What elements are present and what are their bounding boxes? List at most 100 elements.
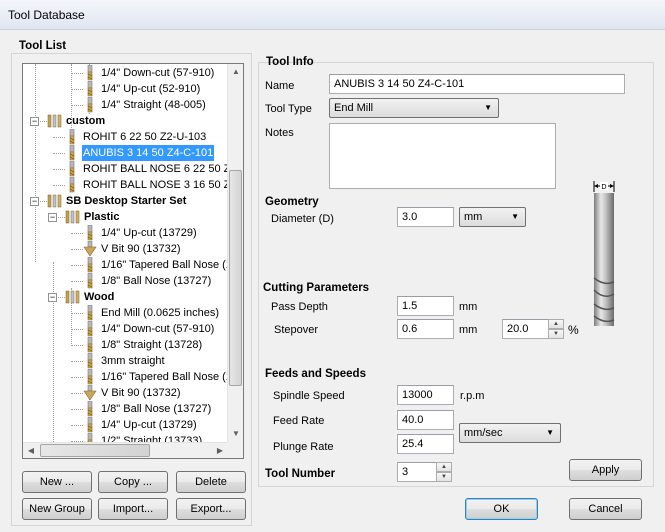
tree-tool-row[interactable]: 1/16" Tapered Ball Nose (1 bbox=[23, 368, 228, 385]
spin-up-icon[interactable]: ▲ bbox=[548, 319, 564, 329]
tree-branch-line bbox=[71, 409, 83, 410]
diameter-field[interactable]: 3.0 bbox=[397, 207, 454, 227]
tree-branch-line bbox=[71, 361, 83, 362]
spin-down-icon[interactable]: ▼ bbox=[436, 472, 452, 482]
tree-group-row[interactable]: − Wood bbox=[23, 289, 228, 305]
tool-type-select[interactable]: End Mill ▼ bbox=[329, 98, 499, 118]
scroll-right-arrow-icon[interactable]: ▶ bbox=[212, 443, 228, 458]
tree-branch-line bbox=[71, 281, 83, 282]
stepover-percent-field[interactable]: 20.0 bbox=[502, 319, 550, 339]
tree-branch-line bbox=[53, 137, 65, 138]
new-tool-button[interactable]: New ... bbox=[22, 471, 92, 493]
tree-tool-row[interactable]: End Mill (0.0625 inches) bbox=[23, 304, 228, 321]
export-button[interactable]: Export... bbox=[176, 498, 246, 520]
end-mill-icon bbox=[83, 96, 97, 113]
cancel-button[interactable]: Cancel bbox=[569, 498, 642, 520]
collapse-toggle-icon[interactable]: − bbox=[30, 197, 39, 206]
spin-up-icon[interactable]: ▲ bbox=[436, 462, 452, 472]
tree-branch-line bbox=[71, 105, 83, 106]
apply-button[interactable]: Apply bbox=[569, 459, 642, 481]
tree-group-row[interactable]: − SB Desktop Starter Set bbox=[23, 193, 228, 209]
tree-row-label: V Bit 90 (13732) bbox=[101, 387, 181, 399]
new-group-button[interactable]: New Group bbox=[22, 498, 92, 520]
tree-branch-line bbox=[71, 313, 83, 314]
tree-row-label: custom bbox=[66, 115, 106, 127]
tree-row-label: ANUBIS 3 14 50 Z4-C-101 bbox=[80, 144, 216, 162]
chevron-down-icon: ▼ bbox=[511, 212, 519, 221]
scroll-thumb[interactable] bbox=[229, 170, 242, 386]
tree-group-row[interactable]: − Plastic bbox=[23, 209, 228, 225]
tree-branch-line bbox=[71, 393, 83, 394]
geometry-units-select[interactable]: mm ▼ bbox=[459, 207, 526, 227]
tree-row-label: Wood bbox=[84, 291, 115, 303]
tree-branch-line bbox=[71, 89, 83, 90]
tree-group-row[interactable]: − custom bbox=[23, 113, 228, 129]
feed-rate-field[interactable]: 40.0 bbox=[397, 410, 454, 430]
delete-tool-button[interactable]: Delete bbox=[176, 471, 246, 493]
tree-tool-row[interactable]: 1/4" Up-cut (13729) bbox=[23, 416, 228, 433]
geometry-label: Geometry bbox=[265, 196, 319, 208]
tree-tool-row[interactable]: 1/4" Up-cut (52-910) bbox=[23, 80, 228, 97]
tree-branch-line bbox=[71, 329, 83, 330]
collapse-toggle-icon[interactable]: − bbox=[30, 117, 39, 126]
spindle-speed-label: Spindle Speed bbox=[273, 390, 345, 402]
ok-button[interactable]: OK bbox=[465, 498, 538, 520]
tree-tool-row[interactable]: V Bit 90 (13732) bbox=[23, 384, 228, 401]
scroll-up-arrow-icon[interactable]: ▲ bbox=[228, 64, 243, 80]
tree-tool-row[interactable]: 1/8" Ball Nose (13727) bbox=[23, 272, 228, 289]
tree-tool-row[interactable]: 1/2" Straight (13733) bbox=[23, 432, 228, 442]
pass-depth-field[interactable]: 1.5 bbox=[397, 296, 454, 316]
tree-horizontal-scrollbar[interactable]: ◀ ▶ bbox=[23, 442, 228, 458]
tree-row-label: 1/4" Up-cut (13729) bbox=[101, 227, 197, 239]
tool-tree-rows: 1/4" Down-cut (57-910) 1/4" Up-cut (52-91… bbox=[23, 64, 228, 442]
tree-tool-row[interactable]: 1/8" Straight (13728) bbox=[23, 336, 228, 353]
tree-tool-row[interactable]: ROHIT BALL NOSE 3 16 50 Z2 bbox=[23, 176, 228, 193]
stepover-percent-spinner[interactable]: ▲ ▼ bbox=[548, 319, 564, 339]
notes-textarea[interactable] bbox=[329, 123, 556, 189]
collapse-toggle-icon[interactable]: − bbox=[48, 293, 57, 302]
tree-tool-row[interactable]: 1/8" Ball Nose (13727) bbox=[23, 400, 228, 417]
spin-down-icon[interactable]: ▼ bbox=[548, 329, 564, 339]
tree-row-label: 1/2" Straight (13733) bbox=[101, 435, 203, 442]
tree-branch-line bbox=[71, 233, 83, 234]
plunge-rate-field[interactable]: 25.4 bbox=[397, 434, 454, 454]
horizontal-scroll-thumb[interactable] bbox=[40, 444, 150, 457]
scroll-left-arrow-icon[interactable]: ◀ bbox=[23, 443, 39, 458]
tree-branch-line bbox=[53, 169, 65, 170]
tree-tool-row[interactable]: ROHIT BALL NOSE 6 22 50 Z2 bbox=[23, 160, 228, 177]
collapse-toggle-icon[interactable]: − bbox=[48, 213, 57, 222]
tree-tool-row[interactable]: 1/16" Tapered Ball Nose (1 bbox=[23, 256, 228, 273]
tree-tool-row[interactable]: ROHIT 6 22 50 Z2-U-103 bbox=[23, 128, 228, 145]
tree-branch-line bbox=[71, 265, 83, 266]
copy-tool-button[interactable]: Copy ... bbox=[98, 471, 168, 493]
tree-tool-row[interactable]: ANUBIS 3 14 50 Z4-C-101 bbox=[23, 144, 228, 162]
tree-row-label: ROHIT BALL NOSE 6 22 50 Z2 bbox=[83, 163, 228, 175]
tree-vertical-scrollbar[interactable]: ▲ ▼ bbox=[227, 64, 243, 442]
tree-tool-row[interactable]: 3mm straight bbox=[23, 352, 228, 369]
diameter-label: Diameter (D) bbox=[271, 213, 334, 225]
import-button[interactable]: Import... bbox=[98, 498, 168, 520]
tree-tool-row[interactable]: 1/4" Up-cut (13729) bbox=[23, 224, 228, 241]
tool-tree[interactable]: 1/4" Down-cut (57-910) 1/4" Up-cut (52-91… bbox=[22, 63, 244, 459]
tree-tool-row[interactable]: V Bit 90 (13732) bbox=[23, 240, 228, 257]
feed-rate-label: Feed Rate bbox=[273, 415, 325, 427]
cutting-parameters-label: Cutting Parameters bbox=[263, 282, 370, 294]
tree-row-label: 3mm straight bbox=[101, 355, 165, 367]
tool-name-field[interactable]: ANUBIS 3 14 50 Z4-C-101 bbox=[329, 74, 625, 94]
tree-row-label: ROHIT 6 22 50 Z2-U-103 bbox=[83, 131, 207, 143]
scroll-down-arrow-icon[interactable]: ▼ bbox=[228, 426, 243, 442]
tree-tool-row[interactable]: 1/4" Down-cut (57-910) bbox=[23, 64, 228, 81]
stepover-field[interactable]: 0.6 bbox=[397, 319, 454, 339]
tool-number-label: Tool Number bbox=[265, 468, 336, 480]
scrollbar-corner bbox=[227, 442, 243, 458]
chevron-down-icon: ▼ bbox=[484, 103, 492, 112]
end-mill-icon bbox=[83, 64, 97, 81]
rate-units-select[interactable]: mm/sec ▼ bbox=[459, 423, 561, 443]
tool-number-field[interactable]: 3 bbox=[397, 462, 438, 482]
tree-row-label: Plastic bbox=[84, 211, 120, 223]
tool-type-label: Tool Type bbox=[265, 103, 312, 115]
tree-tool-row[interactable]: 1/4" Straight (48-005) bbox=[23, 96, 228, 113]
spindle-speed-field[interactable]: 13000 bbox=[397, 385, 454, 405]
tree-tool-row[interactable]: 1/4" Down-cut (57-910) bbox=[23, 320, 228, 337]
tool-number-spinner[interactable]: ▲ ▼ bbox=[436, 462, 452, 482]
